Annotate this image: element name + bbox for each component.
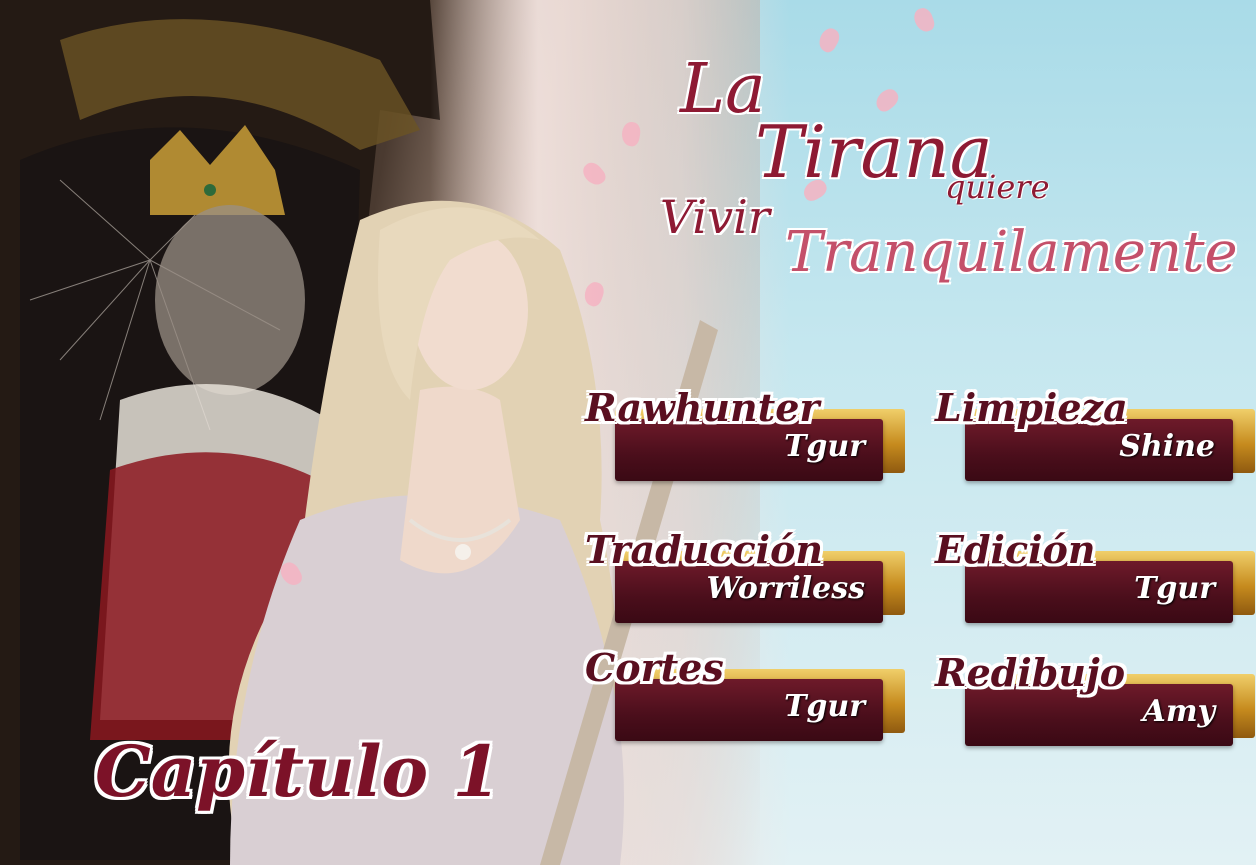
credit-traduccion: Traducción Worriless bbox=[585, 527, 905, 627]
credit-role: Cortes bbox=[585, 645, 724, 690]
title-word-tranquilamente: Tranquilamente bbox=[785, 220, 1238, 285]
credit-name: Shine bbox=[1119, 429, 1215, 464]
title-word-vivir: Vivir bbox=[660, 190, 770, 244]
credit-role: Edición bbox=[935, 527, 1096, 572]
credit-limpieza: Limpieza Shine bbox=[935, 385, 1255, 485]
credit-name: Amy bbox=[1142, 694, 1215, 729]
series-title: La Tirana quiere Vivir Tranquilamente bbox=[640, 40, 1240, 300]
credit-role: Rawhunter bbox=[585, 385, 820, 430]
credit-cortes: Cortes Tgur bbox=[585, 645, 905, 745]
credit-edicion: Edición Tgur bbox=[935, 527, 1255, 627]
credit-role: Traducción bbox=[585, 527, 824, 572]
chapter-label: Capítulo 1 bbox=[95, 730, 502, 813]
title-word-la: La bbox=[680, 50, 766, 129]
title-word-quiere: quiere bbox=[945, 168, 1050, 206]
cover-illustration: La Tirana quiere Vivir Tranquilamente Ra… bbox=[0, 0, 1256, 865]
credit-name: Tgur bbox=[784, 429, 865, 464]
credit-name: Worriless bbox=[706, 571, 865, 606]
credit-role: Limpieza bbox=[935, 385, 1128, 430]
credit-name: Tgur bbox=[784, 689, 865, 724]
credit-role: Redibujo bbox=[935, 650, 1126, 695]
credit-name: Tgur bbox=[1134, 571, 1215, 606]
credit-redibujo: Redibujo Amy bbox=[935, 650, 1255, 750]
credit-rawhunter: Rawhunter Tgur bbox=[585, 385, 905, 485]
